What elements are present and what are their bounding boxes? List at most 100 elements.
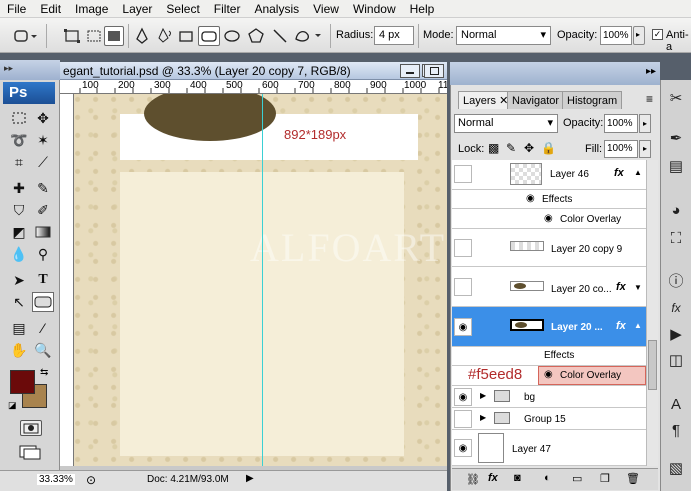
restore-button[interactable] — [424, 64, 444, 78]
visibility-toggle[interactable] — [454, 278, 472, 296]
magic-wand-tool[interactable]: ✶ — [32, 130, 54, 150]
menu-view[interactable]: View — [306, 0, 346, 18]
opacity-input[interactable]: 100% — [600, 26, 632, 45]
visibility-toggle[interactable] — [454, 410, 472, 428]
pen-tool-button[interactable] — [132, 26, 152, 46]
line-shape-button[interactable] — [270, 26, 290, 46]
fx-icon[interactable]: fx — [616, 281, 626, 293]
foreground-color-swatch[interactable] — [10, 370, 35, 394]
menu-layer[interactable]: Layer — [115, 0, 159, 18]
opacity-arrow-button[interactable]: ▸ — [633, 26, 645, 45]
canvas[interactable]: 892*189px ALFOART — [74, 94, 447, 466]
fill-pixels-button[interactable] — [104, 26, 124, 46]
group-row-15[interactable]: ▶ Group 15 — [452, 408, 646, 430]
visibility-toggle[interactable] — [454, 165, 472, 183]
visibility-toggle[interactable]: ◉ — [454, 318, 472, 336]
custom-shape-button[interactable] — [292, 26, 324, 46]
tool-preset-picker[interactable] — [10, 26, 40, 46]
document-titlebar[interactable]: egant_tutorial.psd @ 33.3% (Layer 20 cop… — [60, 62, 447, 80]
menu-filter[interactable]: Filter — [207, 0, 248, 18]
layers-scrollbar[interactable] — [646, 160, 658, 466]
fill-input[interactable]: 100% — [604, 140, 638, 158]
lock-transparent-icon[interactable]: ▩ — [488, 141, 499, 155]
shape-layers-button[interactable] — [62, 26, 82, 46]
lock-image-icon[interactable]: ✎ — [506, 141, 516, 155]
rect-marquee-tool[interactable] — [8, 108, 30, 128]
paths-button[interactable] — [84, 26, 104, 46]
layer-row-20-copy[interactable]: Layer 20 co... fx ▼ — [452, 267, 646, 307]
clone-source-icon[interactable]: ▤ — [664, 154, 688, 178]
styles-icon[interactable]: fx — [664, 296, 688, 320]
tab-layers[interactable]: Layers ✕ — [458, 91, 514, 109]
menu-image[interactable]: Image — [68, 0, 115, 18]
direct-selection-tool[interactable]: ↖ — [8, 292, 30, 312]
eyedropper-tool[interactable]: ⁄ — [32, 318, 54, 338]
type-tool[interactable]: T — [32, 270, 54, 290]
clone-stamp-tool[interactable]: ⛉ — [8, 200, 30, 220]
collapse-arrows-icon[interactable]: ▸▸ — [646, 66, 656, 77]
hand-tool[interactable]: ✋ — [8, 340, 30, 360]
lock-position-icon[interactable]: ✥ — [524, 141, 534, 155]
history-icon[interactable]: ◫ — [664, 348, 688, 372]
zoom-tool[interactable]: 🔍 — [32, 340, 54, 360]
color-overlay-row[interactable]: ◉ Color Overlay — [452, 209, 646, 229]
trash-icon[interactable]: 🗑 — [626, 472, 640, 485]
eraser-tool[interactable]: ◩ — [8, 222, 30, 242]
path-selection-tool[interactable]: ➤ — [8, 270, 30, 290]
expand-triangle-icon[interactable]: ▶ — [480, 413, 486, 422]
effects-row[interactable]: Effects — [452, 347, 646, 366]
actions-icon[interactable]: ▶ — [664, 322, 688, 346]
expand-triangle-icon[interactable]: ▶ — [480, 391, 486, 400]
layer-row-20-copy-9[interactable]: Layer 20 copy 9 — [452, 229, 646, 267]
layer-row-46[interactable]: Layer 46 fx ▲ — [452, 160, 646, 190]
mode-select[interactable]: Normal ▾ — [456, 26, 551, 45]
menu-select[interactable]: Select — [159, 0, 206, 18]
collapse-arrows-icon[interactable]: ▸▸ — [4, 63, 13, 74]
tab-navigator[interactable]: Navigator — [507, 91, 565, 109]
color-icon[interactable]: ◕ — [664, 198, 688, 222]
tools-preset-icon[interactable]: ✂ — [664, 86, 688, 110]
rounded-rectangle-shape-button[interactable] — [198, 26, 220, 46]
scrollbar-thumb[interactable] — [648, 340, 657, 390]
group-row-bg[interactable]: ◉ ▶ bg — [452, 386, 646, 408]
eye-icon[interactable]: ◉ — [544, 369, 553, 380]
radius-input[interactable]: 4 px — [374, 26, 414, 45]
eye-icon[interactable]: ◉ — [526, 193, 535, 204]
panel-menu-icon[interactable]: ≡ — [646, 92, 653, 106]
rectangle-shape-button[interactable] — [176, 26, 196, 46]
fx-icon[interactable]: fx — [616, 320, 626, 332]
rounded-rect-tool[interactable] — [32, 292, 54, 312]
tab-histogram[interactable]: Histogram — [562, 91, 623, 109]
brushes-icon[interactable]: ✒ — [664, 126, 688, 150]
adjustment-layer-icon[interactable]: ◐ — [544, 472, 551, 484]
history-brush-tool[interactable]: ✐ — [32, 200, 54, 220]
add-mask-icon[interactable]: ◙ — [514, 472, 521, 484]
effects-row[interactable]: ◉ Effects — [452, 190, 646, 209]
new-group-icon[interactable]: ▭ — [572, 472, 582, 485]
layer-row-47[interactable]: ◉ Layer 47 — [452, 430, 646, 466]
eye-icon[interactable]: ◉ — [544, 213, 553, 224]
brush-tool[interactable]: ✎ — [32, 178, 54, 198]
menu-analysis[interactable]: Analysis — [247, 0, 306, 18]
visibility-toggle[interactable] — [454, 239, 472, 257]
blur-tool[interactable]: 💧 — [8, 244, 30, 264]
dodge-tool[interactable]: ⚲ — [32, 244, 54, 264]
lock-all-icon[interactable]: 🔒 — [541, 141, 556, 155]
link-layers-icon[interactable]: ⛓ — [466, 473, 480, 486]
menu-window[interactable]: Window — [346, 0, 403, 18]
menu-file[interactable]: File — [0, 0, 33, 18]
polygon-shape-button[interactable] — [246, 26, 266, 46]
menu-edit[interactable]: Edit — [33, 0, 68, 18]
quick-mask-button[interactable] — [20, 420, 42, 436]
paragraph-icon[interactable]: ¶ — [664, 418, 688, 442]
collapse-triangle-icon[interactable]: ▲ — [634, 321, 642, 330]
new-layer-icon[interactable]: ❐ — [600, 472, 610, 485]
notes-tool[interactable]: ▤ — [8, 318, 30, 338]
layer-opacity-input[interactable]: 100% — [604, 114, 638, 133]
layer-row-20-selected[interactable]: ◉ Layer 20 ... fx ▲ — [452, 307, 646, 347]
anti-alias-checkbox[interactable]: ✓ — [652, 29, 663, 40]
swap-colors-icon[interactable]: ⇆ — [40, 367, 48, 378]
fx-icon[interactable]: fx — [614, 167, 624, 179]
move-tool[interactable]: ✥ — [32, 108, 54, 128]
layers-comp-icon[interactable]: ▧ — [664, 456, 688, 480]
